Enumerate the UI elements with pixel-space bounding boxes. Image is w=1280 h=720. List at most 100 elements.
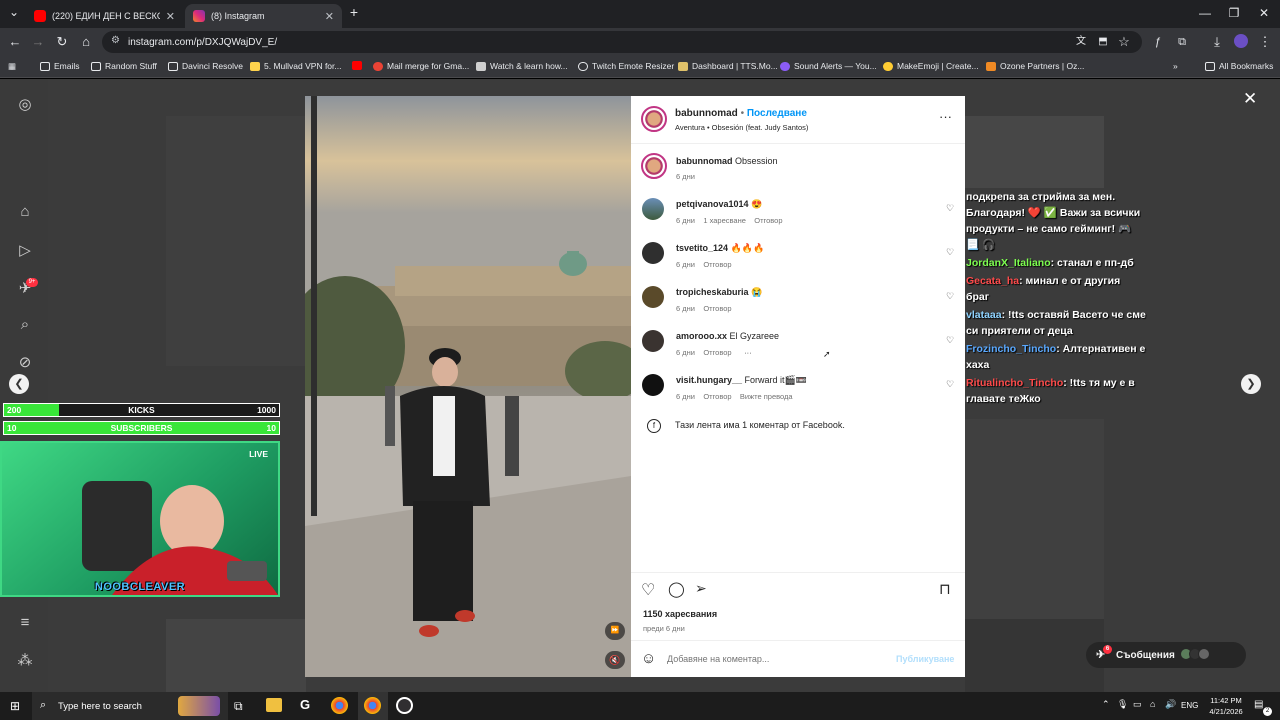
notifications-icon[interactable]: ▤ <box>1254 699 1263 710</box>
bookmark-emails[interactable]: Emails <box>40 61 80 71</box>
close-tab-icon[interactable]: ✕ <box>166 10 175 23</box>
chrome-icon[interactable] <box>364 697 381 714</box>
all-bookmarks[interactable]: All Bookmarks <box>1205 61 1273 71</box>
taskbar-search-box[interactable]: ⌕ Type here to search <box>32 692 228 720</box>
like-icon[interactable]: ♡ <box>641 580 655 600</box>
comment-username[interactable]: visit.hungary__ <box>676 375 742 385</box>
save-icon[interactable]: ⊓ <box>939 580 951 598</box>
post-video[interactable]: ⏩ 🔇 <box>305 96 631 677</box>
more-options-icon[interactable]: ··· <box>939 109 952 124</box>
next-post-button[interactable]: ❯ <box>1241 374 1261 394</box>
see-translation-link[interactable]: Вижте превода <box>740 392 793 401</box>
comment-like-icon[interactable]: ♡ <box>946 291 954 302</box>
more-bookmarks-icon[interactable]: » <box>1173 61 1178 71</box>
apps-icon[interactable]: ▦ <box>8 61 16 72</box>
close-tab-icon[interactable]: ✕ <box>325 10 334 23</box>
bookmark-davinci[interactable]: Davinci Resolve <box>168 61 243 71</box>
more-menu-icon[interactable]: ≡ <box>16 614 34 631</box>
tab-instagram[interactable]: (8) Instagram ✕ <box>185 4 342 28</box>
comment-icon[interactable]: ◯ <box>668 580 685 598</box>
network-icon[interactable]: ⌂ <box>1150 699 1155 709</box>
reply-button[interactable]: Отговор <box>703 348 731 357</box>
reels-icon[interactable]: ▷ <box>16 241 34 259</box>
playback-speed-button[interactable]: ⏩ <box>605 622 625 640</box>
extensions-icon[interactable]: ⧉ <box>1174 34 1190 50</box>
bookmark-sound-alerts[interactable]: Sound Alerts — You... <box>780 61 877 71</box>
windows-start-icon[interactable]: ⊞ <box>10 699 20 713</box>
file-explorer-icon[interactable] <box>266 698 282 712</box>
comment-username[interactable]: amorooo.xx <box>676 331 727 341</box>
volume-icon[interactable]: 🔊 <box>1165 699 1176 710</box>
bookmark-random-stuff[interactable]: Random Stuff <box>91 61 157 71</box>
comment-options-icon[interactable]: ··· <box>744 348 752 357</box>
tab-search-icon[interactable]: ⌄ <box>6 5 22 19</box>
home-icon[interactable]: ⌂ <box>78 34 94 50</box>
commenter-avatar[interactable] <box>642 198 664 220</box>
comment-username[interactable]: petqivanova1014 <box>676 199 749 209</box>
explore-icon[interactable]: ⊘ <box>16 353 34 371</box>
restore-icon[interactable]: ❐ <box>1226 6 1242 20</box>
commenter-avatar[interactable] <box>642 330 664 352</box>
emoji-icon[interactable]: ☺ <box>641 650 656 667</box>
caption-username[interactable]: babunnomad <box>676 156 733 166</box>
publish-button[interactable]: Публикуване <box>896 654 954 664</box>
comment-like-icon[interactable]: ♡ <box>946 379 954 390</box>
minimize-icon[interactable]: — <box>1197 6 1213 20</box>
bookmark-dashboard[interactable]: Dashboard | TTS.Mo... <box>678 61 778 71</box>
bookmark-mullvad[interactable]: 5. Mullvad VPN for... <box>250 61 341 71</box>
translate-icon[interactable]: 文 <box>1073 34 1089 50</box>
site-info-icon[interactable]: ⚙ <box>111 35 120 46</box>
comment-like-icon[interactable]: ♡ <box>946 247 954 258</box>
obs-icon[interactable] <box>396 697 413 714</box>
bookmark-star-icon[interactable]: ☆ <box>1116 34 1132 50</box>
extension-f-icon[interactable]: ƒ <box>1150 34 1166 50</box>
previous-post-button[interactable]: ❮ <box>9 374 29 394</box>
bookmark-mail-merge[interactable]: Mail merge for Gma... <box>373 61 469 71</box>
meta-apps-icon[interactable]: ⁂ <box>16 651 34 669</box>
instagram-logo-icon[interactable]: ◎ <box>16 95 34 113</box>
commenter-avatar[interactable] <box>642 286 664 308</box>
language-indicator[interactable]: ENG <box>1181 701 1198 710</box>
forward-icon[interactable]: → <box>30 34 46 50</box>
reply-button[interactable]: Отговор <box>754 216 782 225</box>
address-bar[interactable]: ⚙ instagram.com/p/DXJQWajDV_E/ <box>102 31 1142 53</box>
microphone-icon[interactable]: 🎙 <box>1117 699 1128 710</box>
search-icon[interactable]: ⌕ <box>16 316 34 333</box>
back-icon[interactable]: ← <box>7 34 23 50</box>
install-icon[interactable]: ⬒ <box>1095 34 1111 50</box>
comment-like-icon[interactable]: ♡ <box>946 335 954 346</box>
reply-button[interactable]: Отговор <box>703 392 731 401</box>
bookmark-watch-learn[interactable]: Watch & learn how... <box>476 61 568 71</box>
likes-count[interactable]: 1150 харесвания <box>643 609 717 619</box>
reply-button[interactable]: Отговор <box>703 260 731 269</box>
audio-track[interactable]: Aventura • Obsesión (feat. Judy Santos) <box>675 123 808 132</box>
obs-style-app-icon[interactable]: G <box>300 697 310 712</box>
clock[interactable]: 11:42 PM 4/21/2026 <box>1203 695 1249 717</box>
caption-avatar[interactable] <box>641 153 667 179</box>
display-icon[interactable]: ▭ <box>1133 699 1142 710</box>
commenter-avatar[interactable] <box>642 374 664 396</box>
comment-username[interactable]: tropicheskaburia <box>676 287 749 297</box>
reload-icon[interactable]: ↻ <box>54 34 70 50</box>
comment-like-icon[interactable]: ♡ <box>946 203 954 214</box>
bookmark-twitch-emote[interactable]: Twitch Emote Resizer <box>578 61 674 71</box>
reply-button[interactable]: Отговор <box>703 304 731 313</box>
close-modal-button[interactable]: ✕ <box>1243 89 1257 109</box>
download-icon[interactable]: ⤓ <box>1209 34 1225 50</box>
author-username[interactable]: babunnomad <box>675 108 738 119</box>
bookmark-ozone[interactable]: Ozone Partners | Oz... <box>986 61 1084 71</box>
share-icon[interactable]: ➢ <box>695 580 707 597</box>
new-tab-button[interactable]: + <box>346 4 362 20</box>
task-view-icon[interactable]: ⧉ <box>234 699 243 714</box>
chrome-icon[interactable] <box>331 697 348 714</box>
profile-avatar[interactable] <box>1233 34 1249 52</box>
comment-input[interactable] <box>667 652 887 666</box>
follow-button[interactable]: Последване <box>747 108 807 119</box>
home-icon[interactable]: ⌂ <box>16 203 34 220</box>
show-hidden-icons[interactable]: ⌃ <box>1102 699 1110 710</box>
messages-pill[interactable]: ✈ 6 Съобщения <box>1086 642 1246 668</box>
mute-icon[interactable]: 🔇 <box>605 651 625 669</box>
author-avatar[interactable] <box>641 106 667 132</box>
comment-username[interactable]: tsvetito_124 <box>676 243 728 253</box>
bookmark-makeemoji[interactable]: MakeEmoji | Create... <box>883 61 979 71</box>
